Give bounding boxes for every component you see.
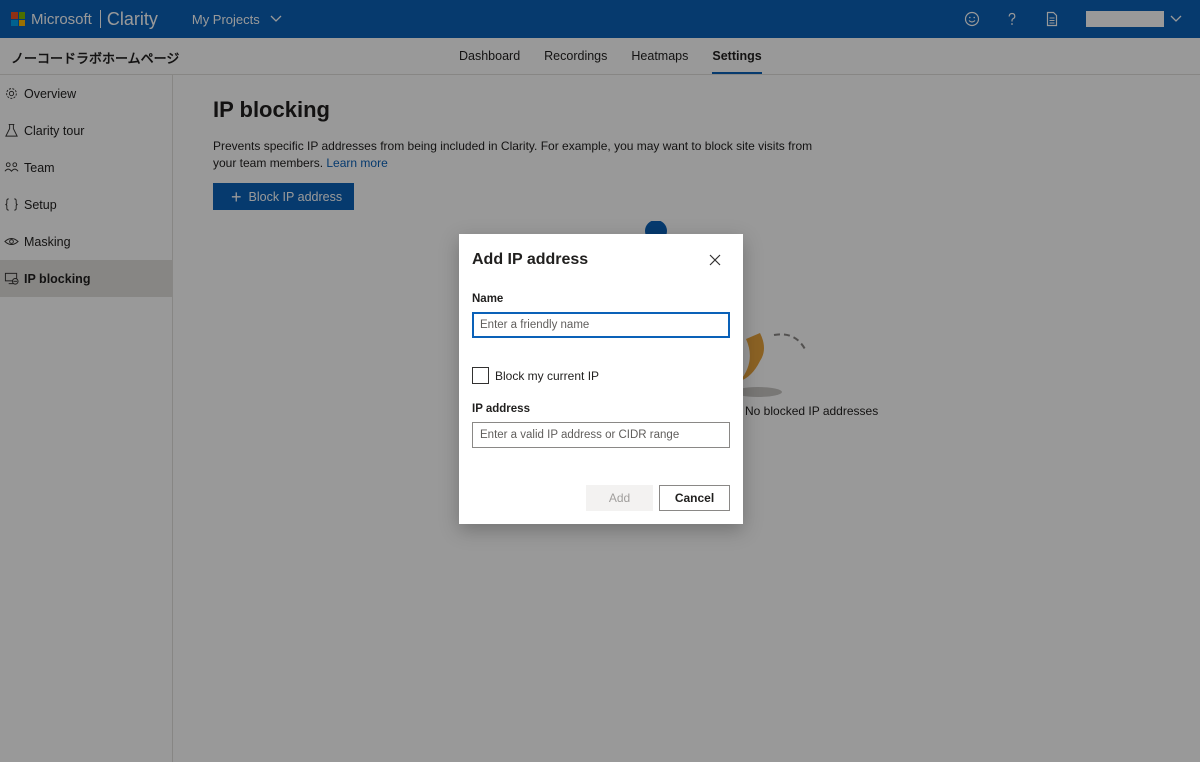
add-button[interactable]: Add [586, 485, 653, 511]
block-current-ip-checkbox-row[interactable]: Block my current IP [472, 367, 599, 384]
block-current-ip-checkbox[interactable] [472, 367, 489, 384]
close-icon[interactable] [708, 253, 722, 267]
cancel-button[interactable]: Cancel [659, 485, 730, 511]
dialog-title: Add IP address [472, 251, 589, 268]
ip-address-label: IP address [472, 403, 530, 415]
name-label: Name [472, 293, 504, 305]
block-current-ip-label: Block my current IP [495, 368, 600, 383]
name-input[interactable] [472, 312, 730, 338]
ip-address-input[interactable] [472, 422, 730, 448]
add-ip-address-dialog: Add IP address Name Block my current IP … [459, 234, 743, 524]
